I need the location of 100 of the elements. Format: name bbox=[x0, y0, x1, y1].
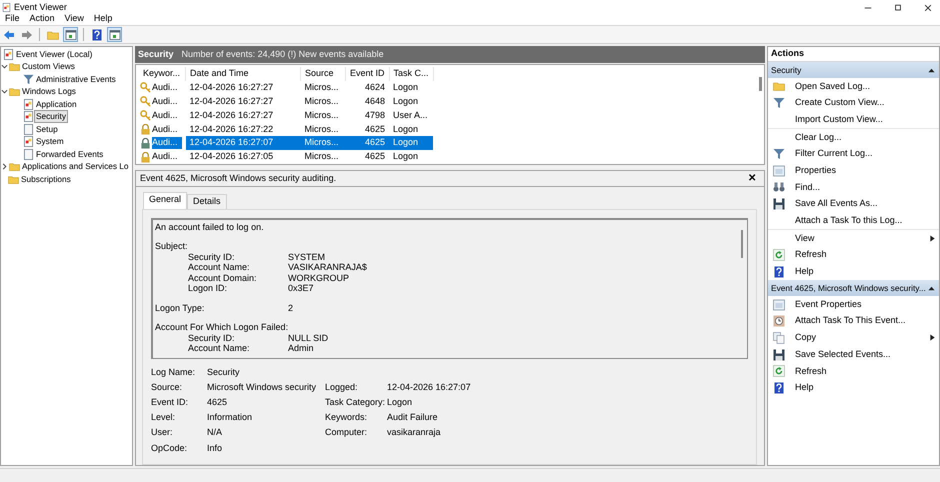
field-label: Security ID: bbox=[187, 252, 236, 262]
action-link[interactable]: View bbox=[795, 232, 814, 244]
property-value: 4625 bbox=[207, 397, 228, 409]
event-row[interactable]: Audi... 12-04-2026 16:27:27 Micros... 4798 User A... bbox=[139, 108, 434, 122]
field-label: Account Name: bbox=[187, 343, 251, 354]
column-header[interactable]: Event ID bbox=[346, 67, 390, 81]
tab[interactable]: General bbox=[143, 192, 188, 209]
table-cell-text: Micros... bbox=[304, 108, 340, 122]
table-cell: Logon bbox=[389, 122, 434, 136]
table-cell: Audi... bbox=[152, 96, 178, 108]
event-row[interactable]: Audi... 12-04-2026 16:27:27 Micros... 4624 Logon bbox=[139, 81, 434, 95]
section-title: Security bbox=[771, 64, 802, 76]
tree-item[interactable]: Application bbox=[34, 98, 79, 111]
property-label: Event ID: bbox=[151, 397, 190, 409]
action-link[interactable]: Save All Events As... bbox=[795, 198, 878, 210]
field-value: SYSTEM bbox=[288, 252, 326, 262]
action-link[interactable]: Help bbox=[795, 382, 814, 394]
property-value: vasikaranraja bbox=[387, 427, 442, 440]
field-value: 2 bbox=[288, 302, 294, 314]
action-link[interactable]: Clear Log... bbox=[795, 132, 842, 144]
section-header[interactable]: Security bbox=[768, 62, 939, 78]
property-label: Source: bbox=[151, 382, 184, 394]
action-link[interactable]: Save Selected Events... bbox=[795, 348, 891, 360]
menu-item[interactable]: File bbox=[2, 12, 23, 24]
property-label: Logged: bbox=[325, 382, 359, 394]
property-value: Info bbox=[207, 442, 224, 454]
close-button[interactable]: ✕ bbox=[744, 174, 760, 184]
action-link[interactable]: Import Custom View... bbox=[795, 114, 883, 126]
table-cell-text: 12-04-2026 16:27:27 bbox=[188, 108, 274, 122]
property-value: Security bbox=[207, 366, 241, 378]
table-cell-text: 4648 bbox=[364, 94, 386, 108]
tree-item[interactable]: Event Viewer (Local) bbox=[14, 48, 94, 61]
event-row[interactable]: Audi... 12-04-2026 16:27:27 Micros... 4648 Logon bbox=[139, 94, 434, 109]
property-value: Logon bbox=[387, 397, 414, 409]
column-header[interactable]: Task C... bbox=[389, 67, 434, 81]
table-cell-text: 12-04-2026 16:27:27 bbox=[188, 94, 274, 108]
property-value: N/A bbox=[207, 427, 224, 440]
event-row[interactable]: Audi... 12-04-2026 16:27:07 Micros... 4625 Logon bbox=[139, 136, 434, 150]
action-link[interactable]: Open Saved Log... bbox=[795, 80, 870, 92]
table-cell: 4625 bbox=[346, 122, 390, 136]
table-cell-text: User A... bbox=[392, 108, 429, 122]
tree-item[interactable]: Security bbox=[34, 110, 68, 124]
event-row[interactable]: Audi... 12-04-2026 16:27:05 Micros... 4625 Logon bbox=[139, 150, 434, 164]
window-title: Event Viewer bbox=[14, 2, 67, 12]
property-value: Information bbox=[207, 412, 254, 424]
field-value: Admin bbox=[288, 343, 314, 354]
table-cell: Logon bbox=[389, 81, 434, 95]
field-value: 0x3E7 bbox=[288, 283, 314, 294]
event-row[interactable]: Audi... 12-04-2026 16:27:22 Micros... 4625 Logon bbox=[139, 122, 434, 136]
menu-item[interactable]: Help bbox=[90, 12, 116, 24]
table-cell: Logon bbox=[389, 150, 434, 164]
tree-item[interactable]: Administrative Events bbox=[34, 72, 118, 86]
section-title: Event 4625, Microsoft Windows security... bbox=[771, 282, 926, 294]
field-value: NULL SID bbox=[288, 332, 328, 344]
table-cell: Audi... bbox=[152, 110, 178, 122]
menu-item[interactable]: Action bbox=[26, 12, 58, 24]
property-value: Microsoft Windows security bbox=[207, 382, 318, 394]
property-label: Computer: bbox=[325, 427, 368, 440]
action-link[interactable]: Refresh bbox=[795, 366, 827, 378]
action-link[interactable]: Find... bbox=[795, 182, 820, 194]
menu-item[interactable]: View bbox=[62, 12, 87, 24]
action-link[interactable]: Event Properties bbox=[795, 298, 862, 310]
action-link[interactable]: Create Custom View... bbox=[795, 97, 884, 109]
column-header[interactable]: Source bbox=[300, 67, 346, 81]
table-cell: Audi... bbox=[152, 82, 178, 94]
action-link[interactable]: Filter Current Log... bbox=[795, 148, 873, 160]
tree-item[interactable]: Applications and Services Lo bbox=[20, 160, 131, 174]
tree-item[interactable]: Subscriptions bbox=[19, 172, 73, 186]
tree-item[interactable]: System bbox=[34, 135, 66, 148]
table-cell-text: Logon bbox=[392, 94, 420, 108]
tree-item[interactable]: Custom Views bbox=[20, 60, 77, 74]
action-link[interactable]: Properties bbox=[795, 164, 836, 177]
action-link[interactable]: Attach a Task To this Log... bbox=[795, 215, 902, 227]
table-cell: Logon bbox=[389, 136, 434, 150]
table-cell: Audi... bbox=[152, 124, 178, 136]
tree-item[interactable]: Setup bbox=[34, 122, 60, 136]
description-text: An account failed to log on. bbox=[155, 222, 264, 232]
tree-item[interactable]: Windows Logs bbox=[20, 85, 78, 98]
table-cell: 12-04-2026 16:27:07 bbox=[186, 136, 301, 150]
column-header[interactable]: Keywor... bbox=[139, 67, 186, 81]
property-value: Audit Failure bbox=[387, 412, 439, 424]
table-cell: 4625 bbox=[346, 150, 390, 164]
table-cell: 12-04-2026 16:27:27 bbox=[186, 81, 301, 95]
event-count: Number of events: 24,490 (!) New events available bbox=[182, 48, 384, 60]
log-title: Security bbox=[138, 48, 174, 60]
table-cell: 12-04-2026 16:27:05 bbox=[186, 150, 301, 164]
action-link[interactable]: Refresh bbox=[795, 249, 827, 262]
description-text: Subject: bbox=[155, 241, 188, 252]
table-cell: Micros... bbox=[300, 136, 346, 150]
action-link[interactable]: Help bbox=[795, 266, 814, 278]
tree-item[interactable]: Forwarded Events bbox=[34, 148, 106, 161]
table-cell: Micros... bbox=[300, 81, 346, 95]
action-link[interactable]: Attach Task To This Event... bbox=[795, 315, 906, 328]
table-cell-text: 4798 bbox=[364, 108, 386, 122]
column-header[interactable]: Date and Time bbox=[186, 67, 301, 81]
property-label: Task Category: bbox=[325, 397, 386, 409]
action-link[interactable]: Copy bbox=[795, 332, 816, 344]
section-header[interactable]: Event 4625, Microsoft Windows security... bbox=[768, 280, 939, 296]
property-label: User: bbox=[151, 427, 174, 440]
tab[interactable]: Details bbox=[187, 194, 227, 209]
